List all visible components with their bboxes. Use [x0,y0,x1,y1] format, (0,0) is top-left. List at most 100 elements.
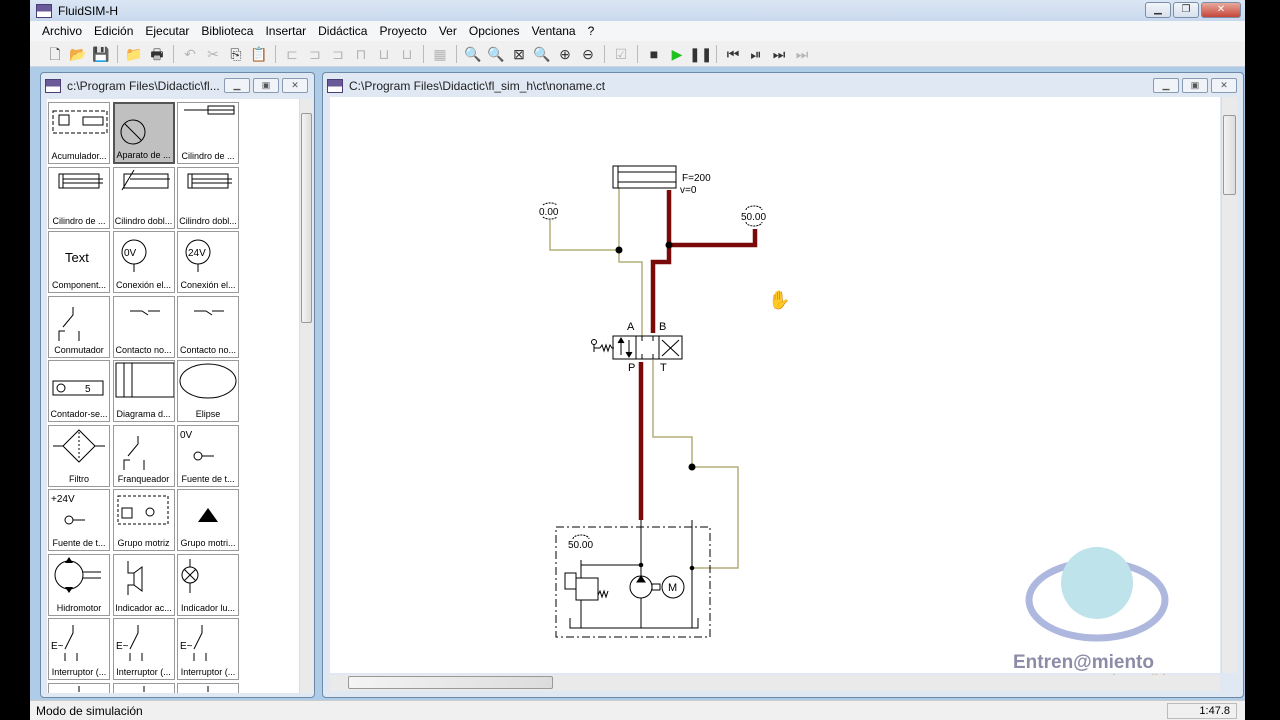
zoom-window-icon[interactable]: ⊠ [508,43,530,65]
zoom-out-icon[interactable]: ⊖ [577,43,599,65]
paste-icon[interactable]: 📋 [248,43,270,65]
library-item[interactable]: Contacto no... [177,295,239,358]
toolbar-separator [604,44,605,63]
menu-9[interactable]: Ventana [526,24,582,38]
library-item[interactable]: Indicador ac... [112,553,175,616]
library-vertical-scrollbar[interactable] [299,99,313,693]
power-unit-icon [117,495,168,525]
print-icon[interactable]: 🖶 [146,43,168,65]
library-item[interactable]: Aparato de ... [112,102,175,164]
align-center-icon[interactable]: ⊐ [304,43,326,65]
zoom-previous-icon[interactable]: 🔍 [531,43,553,65]
library-window: c:\Program Files\Didactic\fl... ▁ ▣ ✕ Ac… [40,72,315,698]
menu-5[interactable]: Didáctica [312,24,373,38]
library-item[interactable]: Hidromotor [48,553,110,616]
menu-4[interactable]: Insertar [259,24,312,38]
library-minimize-button[interactable]: ▁ [224,78,250,93]
grid-icon[interactable]: ▦ [429,43,451,65]
library-item[interactable]: Diagrama d... [112,360,175,422]
library-item[interactable]: E~ Interruptor (... [48,618,110,680]
library-item[interactable] [112,682,175,693]
open-icon[interactable]: 📂 [67,43,89,65]
undo-icon[interactable]: ↶ [179,43,201,65]
align-top-icon[interactable]: ⊓ [350,43,372,65]
library-item[interactable]: Filtro [48,424,110,487]
library-item[interactable]: Elipse [177,360,239,422]
directional-valve-4-3[interactable] [591,335,683,360]
library-scroll-thumb[interactable] [301,113,312,323]
library-item[interactable]: Cilindro de ... [48,166,110,229]
library-item[interactable]: Grupo motri... [177,489,239,551]
library-item[interactable]: Acumulador... [48,102,110,164]
status-bar: Modo de simulación 1:47.8 [30,700,1245,720]
menu-2[interactable]: Ejecutar [139,24,195,38]
stop-icon[interactable]: ■ [643,43,665,65]
library-item[interactable]: 0V Conexión el... [112,231,175,293]
circuit-vscroll-thumb[interactable] [1223,115,1236,195]
check-icon[interactable]: ☑ [610,43,632,65]
library-item[interactable]: Cilindro dobl... [112,166,175,229]
step-icon[interactable]: ⏯ [745,43,767,65]
pause-icon[interactable]: ❚❚ [689,43,712,65]
circuit-hscroll-thumb[interactable] [348,676,553,689]
menu-7[interactable]: Ver [433,24,463,38]
copy-icon[interactable]: ⎘ [225,43,247,65]
library-maximize-button[interactable]: ▣ [253,78,279,93]
menu-6[interactable]: Proyecto [373,24,432,38]
menu-1[interactable]: Edición [88,24,139,38]
open-library-icon[interactable]: 📁 [123,43,145,65]
library-item[interactable]: Contacto no... [112,295,175,358]
step-forward-icon[interactable]: ⏭ [768,43,790,65]
new-icon[interactable]: 🗋 [44,43,66,65]
buzzer-icon [127,560,142,595]
library-item[interactable]: Grupo motriz [112,489,175,551]
circuit-maximize-button[interactable]: ▣ [1182,78,1208,93]
align-middle-icon[interactable]: ⊔ [373,43,395,65]
fast-forward-icon[interactable]: ⏭ [791,43,813,65]
circuit-close-button[interactable]: ✕ [1211,78,1237,93]
library-item[interactable]: E~ Interruptor (... [177,618,239,680]
circuit-canvas[interactable]: F=200 v=0 0.00 50.00 50.00 A B P T M ✋ E… [330,97,1220,673]
reset-icon[interactable]: ⏮ [722,43,744,65]
align-left-icon[interactable]: ⊏ [281,43,303,65]
zoom-in-icon[interactable]: ⊕ [554,43,576,65]
circuit-minimize-button[interactable]: ▁ [1153,78,1179,93]
cyl-icon [187,173,232,188]
library-item[interactable]: Cilindro dobl... [177,166,239,229]
title-bar: FluidSIM-H ▁ ❐ ✕ [30,0,1245,21]
maximize-button[interactable]: ❐ [1173,2,1199,18]
library-item[interactable]: 0V Fuente de t... [177,424,239,487]
circuit-horizontal-scrollbar[interactable] [330,675,1220,691]
close-button[interactable]: ✕ [1201,2,1241,18]
hydraulic-power-unit[interactable] [555,520,711,638]
zoom-fit-icon[interactable]: 🔍 [485,43,507,65]
library-item[interactable]: +24V Fuente de t... [48,489,110,551]
menu-3[interactable]: Biblioteca [195,24,259,38]
festo-logo-icon [36,3,52,18]
library-close-button[interactable]: ✕ [282,78,308,93]
library-item[interactable]: 24V Conexión el... [177,231,239,293]
save-icon[interactable]: 💾 [90,43,112,65]
align-bottom-icon[interactable]: ⊔ [396,43,418,65]
menu-10[interactable]: ? [582,24,601,38]
cut-icon[interactable]: ✂ [202,43,224,65]
play-icon[interactable]: ▶ [666,43,688,65]
library-item[interactable]: 5 Contador-se... [48,360,110,422]
library-item[interactable] [48,682,110,693]
motor-icon [54,556,101,593]
zoom-100-icon[interactable]: 🔍 [462,43,484,65]
text-icon: Text [65,250,89,265]
library-item[interactable]: Indicador lu... [177,553,239,616]
library-item[interactable] [177,682,239,693]
library-item[interactable]: Conmutador [48,295,110,358]
align-right-icon[interactable]: ⊐ [327,43,349,65]
menu-0[interactable]: Archivo [36,24,88,38]
circuit-vertical-scrollbar[interactable] [1221,97,1237,673]
double-acting-cylinder[interactable] [612,165,677,189]
library-item[interactable]: Text Component... [48,231,110,293]
library-item[interactable]: Franqueador [112,424,175,487]
minimize-button[interactable]: ▁ [1145,2,1171,18]
library-item[interactable]: Cilindro de ... [177,102,239,164]
menu-8[interactable]: Opciones [463,24,526,38]
library-item[interactable]: E~ Interruptor (... [112,618,175,680]
